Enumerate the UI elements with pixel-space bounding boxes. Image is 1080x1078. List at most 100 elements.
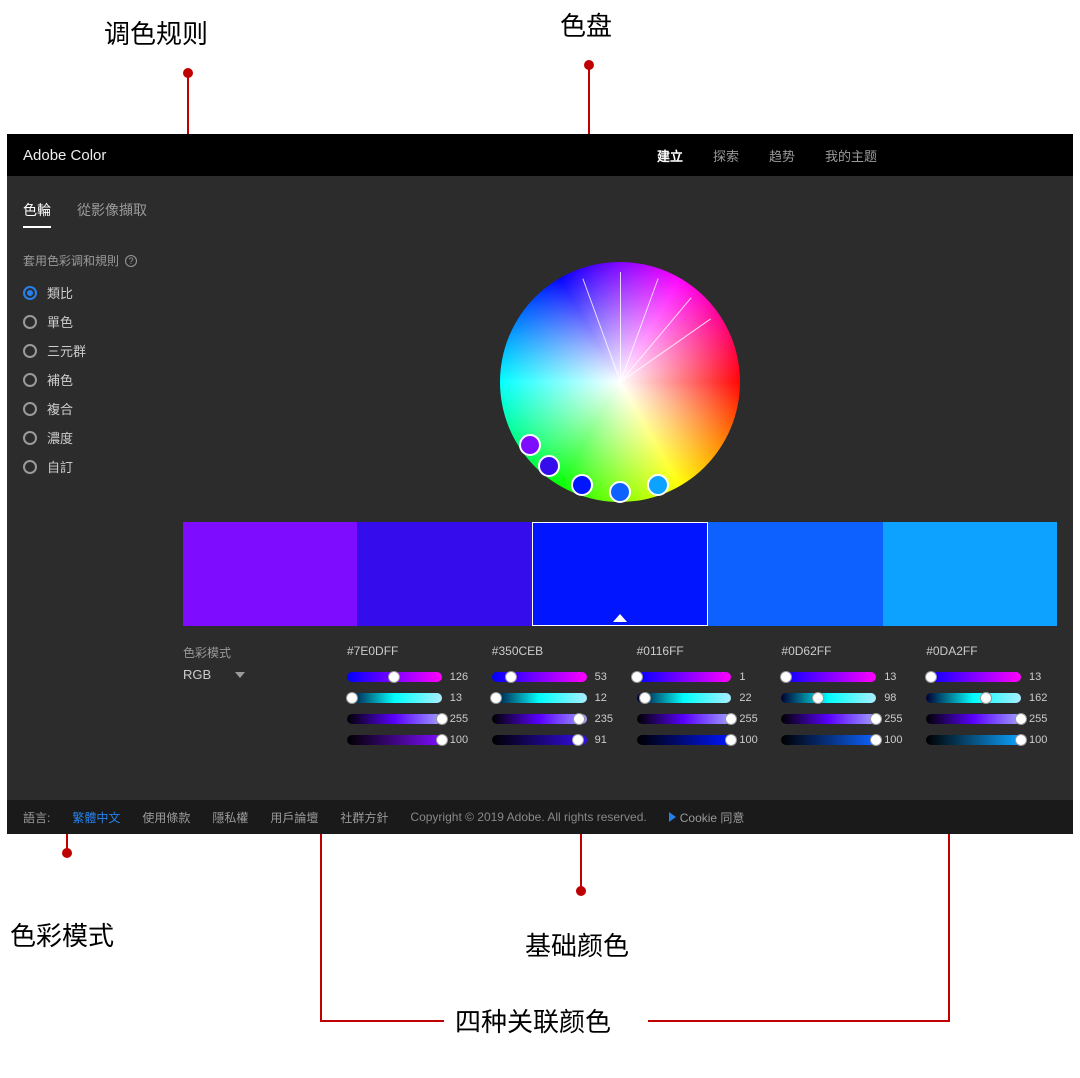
color-column-3: #0D62FF1398255100 xyxy=(781,644,912,746)
slider-track[interactable] xyxy=(347,714,442,724)
swatch-1[interactable] xyxy=(357,522,531,626)
slider-track[interactable] xyxy=(637,672,732,682)
slider-knob[interactable] xyxy=(1015,713,1027,725)
slider-track[interactable] xyxy=(926,672,1021,682)
slider-knob[interactable] xyxy=(505,671,517,683)
slider-knob[interactable] xyxy=(573,713,585,725)
hex-value[interactable]: #350CEB xyxy=(492,644,623,658)
slider-knob[interactable] xyxy=(870,713,882,725)
slider-knob[interactable] xyxy=(1015,734,1027,746)
wheel-spoke xyxy=(620,272,621,382)
slider-knob[interactable] xyxy=(725,734,737,746)
slider-knob[interactable] xyxy=(725,713,737,725)
nav-trends[interactable]: 趋势 xyxy=(769,146,795,165)
wheel-handle-2[interactable] xyxy=(571,474,593,496)
footer-lang-value[interactable]: 繁體中文 xyxy=(72,809,120,826)
slider-track[interactable] xyxy=(347,693,442,703)
slider-track[interactable] xyxy=(347,735,442,745)
slider-track[interactable] xyxy=(781,672,876,682)
slider-track[interactable] xyxy=(347,672,442,682)
rule-radio-0[interactable]: 類比 xyxy=(23,283,173,302)
slider-knob[interactable] xyxy=(631,671,643,683)
slider-track[interactable] xyxy=(637,735,732,745)
rule-radio-5[interactable]: 濃度 xyxy=(23,428,173,447)
slider-track[interactable] xyxy=(492,672,587,682)
slider-track[interactable] xyxy=(637,693,732,703)
slider-row: 22 xyxy=(637,692,768,704)
radio-icon xyxy=(23,402,37,416)
slider-value: 98 xyxy=(884,692,912,704)
hex-value[interactable]: #0D62FF xyxy=(781,644,912,658)
footer-cookie[interactable]: Cookie 同意 xyxy=(669,809,745,826)
slider-knob[interactable] xyxy=(388,671,400,683)
footer-link-community[interactable]: 社群方針 xyxy=(340,809,388,826)
footer-cookie-text: Cookie 同意 xyxy=(680,811,745,825)
nav-mythemes[interactable]: 我的主题 xyxy=(825,146,877,165)
slider-value: 12 xyxy=(595,692,623,704)
nav-explore[interactable]: 探索 xyxy=(713,146,739,165)
footer-link-privacy[interactable]: 隱私權 xyxy=(212,809,248,826)
wheel-handle-1[interactable] xyxy=(538,455,560,477)
wheel-handle-3[interactable] xyxy=(609,481,631,503)
slider-track[interactable] xyxy=(926,714,1021,724)
rule-radio-2[interactable]: 三元群 xyxy=(23,341,173,360)
slider-knob[interactable] xyxy=(870,734,882,746)
slider-knob[interactable] xyxy=(639,692,651,704)
annotation-mode-label: 色彩模式 xyxy=(10,916,114,953)
slider-knob[interactable] xyxy=(436,713,448,725)
slider-value: 91 xyxy=(595,734,623,746)
swatch-3[interactable] xyxy=(708,522,882,626)
hex-value[interactable]: #0116FF xyxy=(637,644,768,658)
slider-knob[interactable] xyxy=(572,734,584,746)
swatch-0[interactable] xyxy=(183,522,357,626)
rule-radio-4[interactable]: 複合 xyxy=(23,399,173,418)
slider-track[interactable] xyxy=(926,693,1021,703)
slider-knob[interactable] xyxy=(436,734,448,746)
rule-radio-label: 三元群 xyxy=(47,341,86,360)
slider-row: 12 xyxy=(492,692,623,704)
hex-value[interactable]: #7E0DFF xyxy=(347,644,478,658)
tab-extract[interactable]: 從影像擷取 xyxy=(77,200,147,228)
footer: 語言: 繁體中文 使用條款 隱私權 用戶論壇 社群方針 Copyright © … xyxy=(7,800,1073,834)
wheel-handle-4[interactable] xyxy=(647,474,669,496)
slider-knob[interactable] xyxy=(812,692,824,704)
rules-label: 套用色彩调和規則 ? xyxy=(23,252,173,269)
slider-track[interactable] xyxy=(492,714,587,724)
slider-track[interactable] xyxy=(781,735,876,745)
sliders-row: #7E0DFF12613255100#350CEB531223591#0116F… xyxy=(347,644,1057,746)
slider-track[interactable] xyxy=(492,735,587,745)
swatch-4[interactable] xyxy=(883,522,1057,626)
wheel-handle-0[interactable] xyxy=(519,434,541,456)
mode-select[interactable]: RGB xyxy=(183,667,323,682)
swatch-2[interactable] xyxy=(532,522,708,626)
slider-value: 13 xyxy=(884,671,912,683)
help-icon[interactable]: ? xyxy=(125,255,137,267)
tab-wheel[interactable]: 色輪 xyxy=(23,200,51,228)
color-wheel[interactable] xyxy=(500,262,740,502)
slider-knob[interactable] xyxy=(490,692,502,704)
slider-knob[interactable] xyxy=(346,692,358,704)
slider-track[interactable] xyxy=(781,693,876,703)
nav-create[interactable]: 建立 xyxy=(657,146,683,165)
slider-value: 100 xyxy=(739,734,767,746)
slider-track[interactable] xyxy=(926,735,1021,745)
slider-track[interactable] xyxy=(781,714,876,724)
slider-knob[interactable] xyxy=(980,692,992,704)
slider-knob[interactable] xyxy=(925,671,937,683)
slider-row: 235 xyxy=(492,713,623,725)
slider-knob[interactable] xyxy=(780,671,792,683)
rule-radio-label: 自訂 xyxy=(47,457,73,476)
rule-radio-6[interactable]: 自訂 xyxy=(23,457,173,476)
slider-track[interactable] xyxy=(637,714,732,724)
rule-radio-3[interactable]: 補色 xyxy=(23,370,173,389)
slider-row: 100 xyxy=(926,734,1057,746)
slider-track[interactable] xyxy=(492,693,587,703)
slider-value: 255 xyxy=(884,713,912,725)
footer-link-forum[interactable]: 用戶論壇 xyxy=(270,809,318,826)
annotation-rule-label: 调色规则 xyxy=(104,14,208,51)
slider-value: 255 xyxy=(739,713,767,725)
hex-value[interactable]: #0DA2FF xyxy=(926,644,1057,658)
rule-radio-1[interactable]: 單色 xyxy=(23,312,173,331)
footer-link-terms[interactable]: 使用條款 xyxy=(142,809,190,826)
color-column-1: #350CEB531223591 xyxy=(492,644,623,746)
